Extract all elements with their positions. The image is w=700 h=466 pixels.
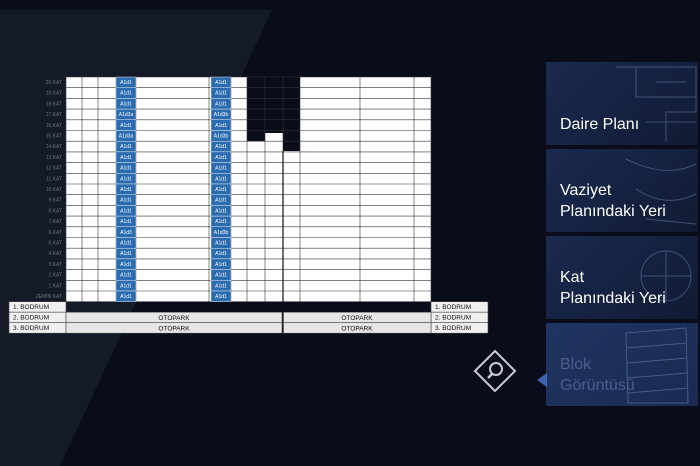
unit-label: A1d1 (120, 144, 132, 150)
basement-label: 3. BODRUM (13, 325, 49, 332)
unit-label: A1d1 (120, 262, 132, 268)
unit-label: A1d1 (120, 155, 132, 161)
floor-label: 11.KAT (46, 176, 62, 182)
facade-notch (247, 133, 265, 141)
unit-label: A1d3 (120, 230, 132, 236)
parking-label: OTOPARK (158, 315, 190, 322)
unit-label: A1d1 (120, 283, 132, 289)
basement-label: 3. BODRUM (435, 325, 471, 332)
unit-label: A1d1 (215, 241, 227, 247)
menu-item-label: Vaziyet Planındaki Yeri (560, 182, 666, 220)
floor-label: 18.KAT (46, 101, 62, 107)
menu-item-kat-plani[interactable]: Kat Planındaki Yeri (546, 236, 698, 319)
unit-label: A1d1 (120, 166, 132, 172)
triangle-left-icon (537, 373, 547, 387)
unit-label: A1d1 (120, 273, 132, 279)
magnifier-diamond-icon (473, 349, 517, 393)
unit-label: A1d1 (215, 273, 227, 279)
floor-label: 7.KAT (48, 219, 62, 225)
facade-notch (247, 77, 300, 133)
unit-label: A1d3b (214, 112, 229, 118)
floor-label: 12.KAT (46, 166, 62, 172)
unit-label: A1d1 (120, 91, 132, 97)
unit-label: A1d1 (120, 187, 132, 193)
unit-label: A1d1 (215, 101, 227, 107)
zoom-button[interactable] (473, 349, 517, 393)
unit-label: A1d1 (120, 198, 132, 204)
floor-label: 14.KAT (46, 144, 62, 150)
parking-label: OTOPARK (341, 315, 373, 322)
floor-label: 9.KAT (48, 198, 62, 204)
floor-label: 16.KAT (46, 123, 62, 129)
unit-label: A1d1 (215, 166, 227, 172)
unit-label: A1d1 (215, 262, 227, 268)
unit-label: A1d1 (120, 208, 132, 214)
basement-label: 2. BODRUM (435, 315, 471, 322)
basement-label: 2. BODRUM (13, 315, 49, 322)
floor-label: 1.KAT (48, 283, 62, 289)
unit-label: A1d3a (119, 112, 134, 118)
unit-label: A1d1 (215, 187, 227, 193)
parking-label: OTOPARK (158, 326, 190, 333)
floor-label: 6.KAT (48, 230, 62, 236)
floor-label: 5.KAT (48, 241, 62, 247)
unit-label: A1d1 (215, 251, 227, 257)
unit-label: A1d1 (120, 80, 132, 86)
unit-label: A1d1 (215, 198, 227, 204)
floor-label: 8.KAT (48, 208, 62, 214)
floor-label: 19.KAT (46, 91, 62, 97)
unit-label: A1d1 (215, 208, 227, 214)
facade-notch (283, 133, 300, 151)
floor-label: 10.KAT (46, 187, 62, 193)
unit-label: A1d1 (215, 219, 227, 225)
floor-label: 2.KAT (48, 273, 62, 279)
unit-label: A1d1 (120, 241, 132, 247)
unit-label: A1d1 (120, 251, 132, 257)
unit-label: A1d1 (215, 123, 227, 129)
menu-item-label: Daire Planı (560, 116, 640, 133)
floor-label: 15.KAT (46, 134, 62, 140)
unit-label: A1d1 (215, 144, 227, 150)
unit-label: A1d1 (215, 176, 227, 182)
menu-item-daire-plani[interactable]: Daire Planı (546, 62, 698, 145)
floor-label: 20.KAT (46, 80, 62, 86)
floor-label: 17.KAT (46, 112, 62, 118)
unit-label: A1d1 (120, 176, 132, 182)
unit-label: A1d1 (215, 283, 227, 289)
unit-label: A1d1 (215, 91, 227, 97)
floor-label: 3.KAT (48, 262, 62, 268)
menu-item-vaziyet-plani[interactable]: Vaziyet Planındaki Yeri (546, 149, 698, 232)
menu-item-label: Blok Görüntüsü (560, 356, 635, 394)
unit-label: A1d1 (215, 155, 227, 161)
basement-label: 1. BODRUM (435, 304, 471, 311)
floor-label: 4.KAT (48, 251, 62, 257)
unit-label: A1d3b (214, 230, 229, 236)
unit-label: A1d1 (215, 80, 227, 86)
unit-label: A1d1 (120, 219, 132, 225)
unit-label: A1d1 (215, 294, 227, 300)
floor-label: ZEMİN KAT (36, 293, 62, 300)
unit-label: A1d1 (120, 294, 132, 300)
menu-item-label: Kat Planındaki Yeri (560, 269, 666, 307)
menu-item-blok-goruntusu[interactable]: Blok Görüntüsü (546, 323, 698, 406)
parking-label: OTOPARK (341, 326, 373, 333)
unit-label: A1d1 (120, 101, 132, 107)
unit-label: A1d3b (214, 134, 229, 140)
unit-label: A1d1 (120, 123, 132, 129)
floor-label: 13.KAT (46, 155, 62, 161)
unit-label: A1d3a (119, 134, 134, 140)
basement-label: 1. BODRUM (13, 304, 49, 311)
